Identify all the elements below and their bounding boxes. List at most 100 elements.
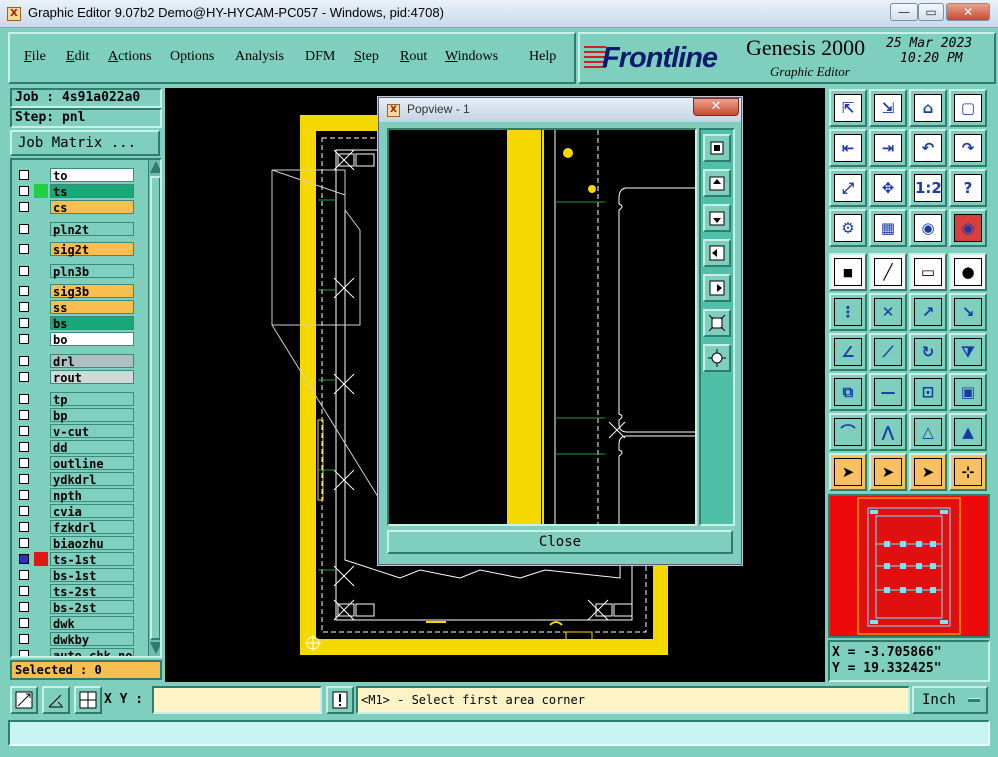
job-matrix-button[interactable]: Job Matrix ...	[10, 130, 160, 156]
layer-row-dwkby[interactable]: dwkby	[14, 632, 134, 647]
layer-name[interactable]: fzkdrl	[50, 520, 134, 535]
layer-affected-toggle[interactable]	[34, 600, 48, 614]
layer-name[interactable]: cvia	[50, 504, 134, 519]
layer-row-pln3b[interactable]: pln3b	[14, 264, 134, 279]
layer-affected-toggle[interactable]	[34, 440, 48, 454]
layer-display-checkbox[interactable]	[19, 170, 29, 180]
layer-name[interactable]: bp	[50, 408, 134, 423]
unit-selector[interactable]: Inch	[912, 686, 988, 714]
layer-affected-toggle[interactable]	[34, 300, 48, 314]
layer-affected-toggle[interactable]	[34, 584, 48, 598]
ruler-button[interactable]: ▭	[909, 253, 947, 291]
layer-name[interactable]: npth	[50, 488, 134, 503]
pan-right-button[interactable]: ⇥	[869, 129, 907, 167]
redo-view-button[interactable]: ↷	[949, 129, 987, 167]
layer-name[interactable]: tp	[50, 392, 134, 407]
layer-display-checkbox[interactable]	[19, 634, 29, 644]
menu-edit[interactable]: Edit	[66, 49, 89, 65]
zoom-out-button[interactable]: ⇲	[869, 89, 907, 127]
add-point-button[interactable]: ↗	[909, 293, 947, 331]
restore-button[interactable]: ▭	[918, 3, 944, 21]
layer-row-bs[interactable]: bs	[14, 316, 134, 331]
layer-display-checkbox[interactable]	[19, 618, 29, 628]
rotate-button[interactable]: ↻	[909, 333, 947, 371]
layer-display-checkbox[interactable]	[19, 186, 29, 196]
snap-pads-button[interactable]: ◉	[949, 209, 987, 247]
layer-name[interactable]: auto_chk_no	[50, 648, 134, 656]
layer-name[interactable]: ts-2st	[50, 584, 134, 599]
layer-row-v-cut[interactable]: v-cut	[14, 424, 134, 439]
layer-affected-toggle[interactable]	[34, 536, 48, 550]
layer-row-auto_chk_no[interactable]: auto_chk_no	[14, 648, 134, 656]
home-button[interactable]: ⌂	[909, 89, 947, 127]
layer-name[interactable]: bo	[50, 332, 134, 347]
layer-affected-toggle[interactable]	[34, 354, 48, 368]
layer-row-rout[interactable]: rout	[14, 370, 134, 385]
select-line-button[interactable]: ╱	[869, 253, 907, 291]
layer-affected-toggle[interactable]	[34, 370, 48, 384]
popview-zoom-fit-button[interactable]	[703, 309, 731, 337]
mirror-button[interactable]: ⧩	[949, 333, 987, 371]
layer-list-scrollbar[interactable]	[148, 160, 160, 656]
layer-name[interactable]: dwkby	[50, 632, 134, 647]
menu-analysis[interactable]: Analysis	[235, 49, 284, 65]
layer-display-checkbox[interactable]	[19, 334, 29, 344]
draw-line-button[interactable]: ∠	[829, 333, 867, 371]
layer-name[interactable]: dd	[50, 440, 134, 455]
layer-row-ss[interactable]: ss	[14, 300, 134, 315]
minimize-button[interactable]: —	[890, 3, 918, 21]
layer-affected-toggle[interactable]	[34, 316, 48, 330]
layer-display-checkbox[interactable]	[19, 318, 29, 328]
extend-line-button[interactable]: ⟋	[869, 333, 907, 371]
layer-name[interactable]: ts	[50, 184, 134, 199]
popview-pan-down-button[interactable]	[703, 204, 731, 232]
snap-points-button[interactable]: ◉	[909, 209, 947, 247]
arc-small-button[interactable]: ⌒	[829, 413, 867, 451]
arc-edit-button[interactable]: △	[909, 413, 947, 451]
layer-row-drl[interactable]: drl	[14, 354, 134, 369]
layer-row-bs-2st[interactable]: bs-2st	[14, 600, 134, 615]
layer-row-ts-1st[interactable]: ts-1st	[14, 552, 134, 567]
move-point-button[interactable]: ↘	[949, 293, 987, 331]
layer-name[interactable]: cs	[50, 200, 134, 215]
menu-rout[interactable]: Rout	[400, 49, 427, 65]
layer-display-checkbox[interactable]	[19, 394, 29, 404]
popview-close-button[interactable]: Close	[387, 530, 733, 554]
select-arrow-button[interactable]: ➤	[829, 453, 867, 491]
menu-windows[interactable]: Windows	[445, 49, 498, 65]
layer-name[interactable]: drl	[50, 354, 134, 369]
layer-display-checkbox[interactable]	[19, 490, 29, 500]
layer-row-dwk[interactable]: dwk	[14, 616, 134, 631]
layer-affected-toggle[interactable]	[34, 424, 48, 438]
measure-mode-button[interactable]	[42, 686, 70, 714]
layer-display-checkbox[interactable]	[19, 522, 29, 532]
layer-display-checkbox[interactable]	[19, 554, 29, 564]
layer-display-checkbox[interactable]	[19, 458, 29, 468]
undo-view-button[interactable]: ↶	[909, 129, 947, 167]
settings-button[interactable]: ⚙	[829, 209, 867, 247]
overview-minimap[interactable]	[828, 494, 990, 638]
connect-nodes-button[interactable]: ⋮	[829, 293, 867, 331]
layer-display-checkbox[interactable]	[19, 474, 29, 484]
layer-display-checkbox[interactable]	[19, 506, 29, 516]
layer-affected-toggle[interactable]	[34, 520, 48, 534]
layer-display-checkbox[interactable]	[19, 286, 29, 296]
layer-display-checkbox[interactable]	[19, 426, 29, 436]
menu-dfm[interactable]: DFM	[305, 49, 335, 65]
layer-display-checkbox[interactable]	[19, 602, 29, 612]
help-button[interactable]: ?	[949, 169, 987, 207]
menu-file[interactable]: File	[24, 49, 46, 65]
close-window-button[interactable]: ✕	[946, 3, 990, 21]
layer-affected-toggle[interactable]	[34, 616, 48, 630]
scale-one-to-one-button[interactable]: 1:2	[909, 169, 947, 207]
layer-row-pln2t[interactable]: pln2t	[14, 222, 134, 237]
layer-name[interactable]: bs-1st	[50, 568, 134, 583]
layer-row-ts[interactable]: ts	[14, 184, 134, 199]
layer-affected-toggle[interactable]	[34, 472, 48, 486]
layer-display-checkbox[interactable]	[19, 442, 29, 452]
layer-row-cs[interactable]: cs	[14, 200, 134, 215]
add-feature-button[interactable]: ◾	[829, 253, 867, 291]
popview-pan-up-button[interactable]	[703, 169, 731, 197]
layer-name[interactable]: to	[50, 168, 134, 183]
scroll-up-icon[interactable]	[150, 161, 160, 173]
